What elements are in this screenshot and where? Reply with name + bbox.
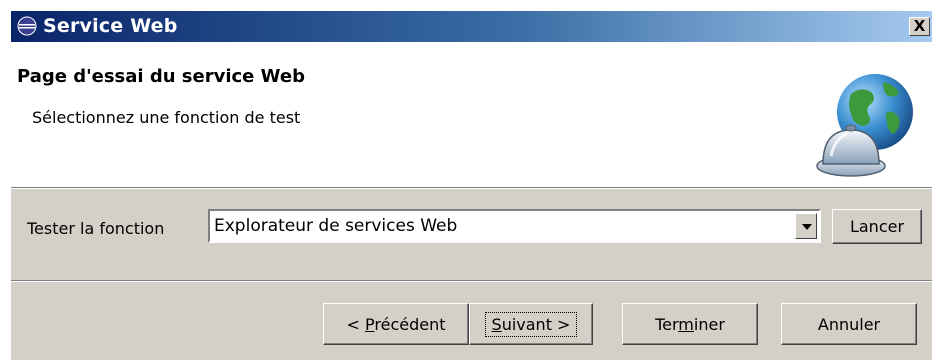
banner-divider (11, 187, 932, 189)
page-title: Page d'essai du service Web (17, 66, 305, 87)
next-button-label: Suivant > (484, 311, 578, 337)
test-function-select[interactable]: Explorateur de services Web (208, 209, 821, 243)
selected-function-value: Explorateur de services Web (214, 216, 458, 236)
close-icon: X (913, 17, 926, 35)
next-button[interactable]: Suivant > (469, 303, 593, 345)
wizard-window: Service Web X Page d'essai du service We… (10, 10, 932, 360)
window-title: Service Web (43, 15, 178, 37)
chevron-down-icon[interactable] (795, 213, 817, 239)
finish-button-label: Terminer (655, 314, 725, 334)
eclipse-icon (17, 16, 37, 36)
launch-button-label: Lancer (849, 217, 905, 236)
page-description: Sélectionnez une fonction de test (32, 108, 301, 127)
footer-divider (11, 280, 932, 282)
header-banner: Page d'essai du service Web Sélectionnez… (11, 42, 932, 187)
launch-button[interactable]: Lancer (832, 209, 922, 244)
title-bar[interactable]: Service Web X (11, 11, 932, 42)
test-function-label: Tester la fonction (27, 219, 165, 238)
cancel-button-label: Annuler (817, 314, 881, 334)
close-button[interactable]: X (909, 17, 930, 36)
globe-bell-icon (816, 74, 913, 177)
back-button[interactable]: < Précédent (323, 303, 469, 345)
cancel-button[interactable]: Annuler (781, 303, 917, 345)
finish-button[interactable]: Terminer (622, 303, 758, 345)
back-button-label: < Précédent (346, 314, 446, 334)
